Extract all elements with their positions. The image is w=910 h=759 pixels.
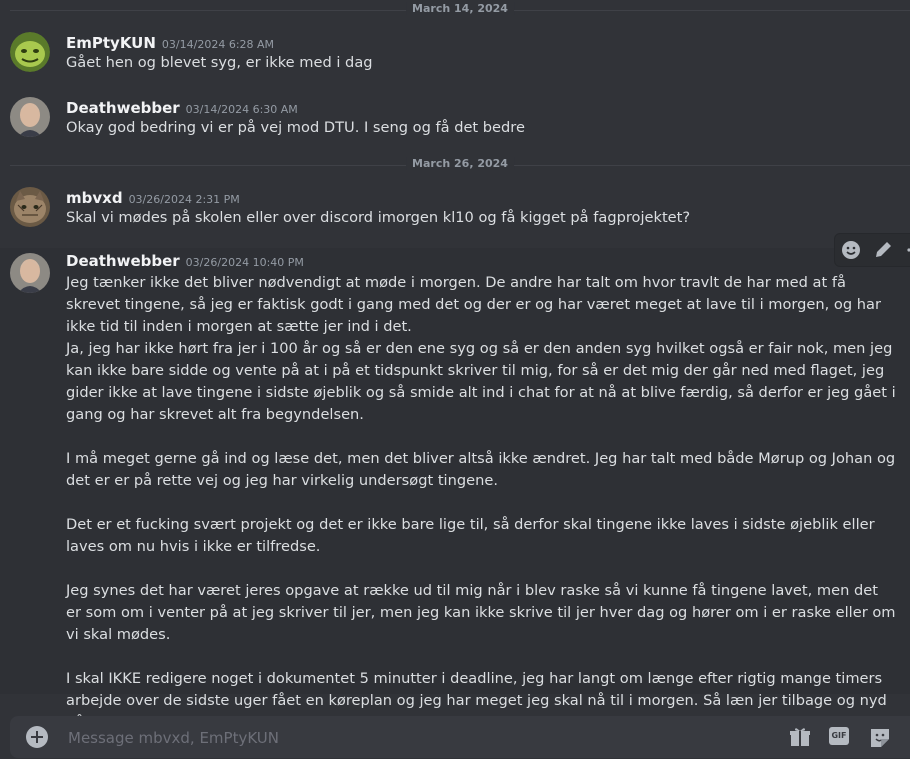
sticker-icon[interactable] bbox=[868, 726, 892, 748]
username[interactable]: Deathwebber bbox=[66, 99, 180, 117]
message-paragraph: Det er et fucking svært projekt og det e… bbox=[66, 516, 875, 555]
gift-icon[interactable] bbox=[788, 726, 812, 748]
message-paragraph: I må meget gerne gå ind og læse det, men… bbox=[66, 450, 896, 489]
message: mbvxd 03/26/2024 2:31 PM Skal vi mødes på… bbox=[0, 185, 910, 243]
date-divider: March 14, 2024 bbox=[10, 2, 910, 15]
message-text: Gået hen og blevet syg, er ikke med i da… bbox=[66, 54, 373, 71]
message: EmPtyKUN 03/14/2024 6:28 AM Gået hen og b… bbox=[0, 30, 910, 88]
timestamp: 03/26/2024 2:31 PM bbox=[128, 193, 240, 206]
timestamp: 03/14/2024 6:30 AM bbox=[185, 103, 298, 116]
avatar[interactable] bbox=[10, 253, 50, 293]
avatar[interactable] bbox=[10, 32, 50, 72]
message-text: Okay god bedring vi er på vej mod DTU. I… bbox=[66, 119, 525, 136]
username[interactable]: EmPtyKUN bbox=[66, 34, 156, 52]
emoji-react-icon[interactable] bbox=[839, 238, 863, 262]
date-divider: March 26, 2024 bbox=[10, 157, 910, 170]
message: Deathwebber 03/26/2024 10:40 PM Jeg tænke… bbox=[0, 248, 910, 731]
timestamp: 03/14/2024 6:28 AM bbox=[161, 38, 275, 51]
plus-circle-icon[interactable] bbox=[26, 726, 48, 748]
message: Deathwebber 03/14/2024 6:30 AM Okay god b… bbox=[0, 95, 910, 153]
avatar[interactable] bbox=[10, 97, 50, 137]
message-paragraph: Jeg tænker ikke det bliver nødvendigt at… bbox=[66, 274, 881, 335]
username[interactable]: Deathwebber bbox=[66, 252, 180, 270]
message-paragraph: Ja, jeg har ikke hørt fra jer i 100 år o… bbox=[66, 340, 896, 423]
avatar[interactable] bbox=[10, 187, 50, 227]
message-paragraph: Jeg synes det har været jeres opgave at … bbox=[66, 582, 896, 643]
timestamp: 03/26/2024 10:40 PM bbox=[185, 256, 304, 269]
date-divider-label: March 14, 2024 bbox=[406, 2, 514, 15]
username[interactable]: mbvxd bbox=[66, 189, 123, 207]
date-divider-label: March 26, 2024 bbox=[406, 157, 514, 170]
gif-icon[interactable]: GIF bbox=[829, 727, 849, 745]
message-hover-toolbar bbox=[834, 233, 910, 267]
pencil-icon[interactable] bbox=[871, 238, 895, 262]
message-input[interactable] bbox=[66, 724, 710, 752]
more-icon[interactable] bbox=[901, 238, 910, 262]
message-text: Skal vi mødes på skolen eller over disco… bbox=[66, 209, 691, 226]
message-composer: GIF bbox=[10, 716, 910, 758]
